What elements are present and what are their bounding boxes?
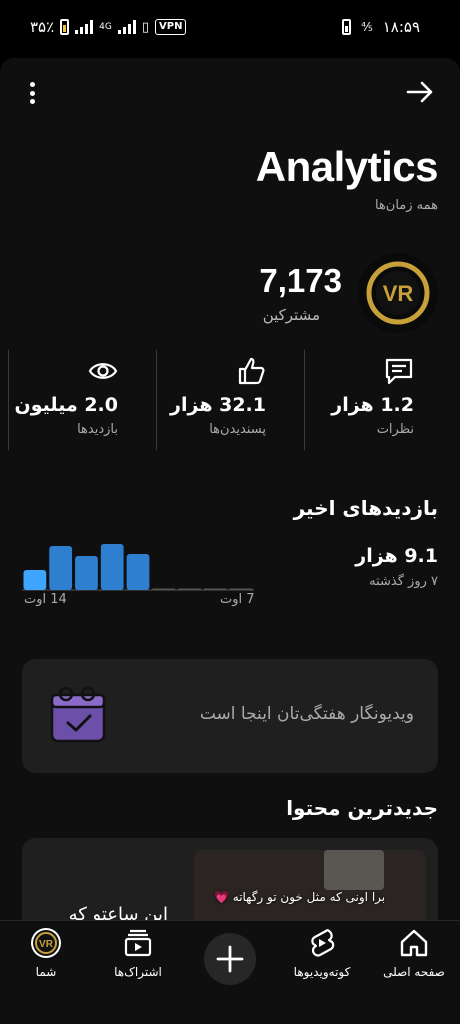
thumbs-up-icon: [238, 357, 265, 385]
stat-value: 32.1 هزار: [170, 394, 266, 416]
stat-likes[interactable]: 32.1 هزار پسندیدن‌ها: [156, 350, 304, 450]
back-arrow-icon[interactable]: [404, 76, 436, 108]
comment-icon: [385, 358, 413, 385]
stat-views[interactable]: 2.0 میلیون بازدیدها: [8, 350, 156, 450]
battery-percent: ۳۵٪: [30, 18, 55, 36]
subscriptions-icon: [124, 929, 152, 957]
channel-avatar-icon: VR: [31, 928, 61, 958]
chart-bar: [100, 544, 124, 590]
shorts-icon: [311, 929, 335, 957]
page-title: Analytics: [255, 143, 439, 190]
video-title: این ساعتو که: [68, 904, 168, 920]
analytics-panel: Analytics همه زمان‌ها VR 7,173 مشترکین 2…: [0, 58, 460, 920]
chart-bar: [49, 546, 73, 590]
thumbnail-caption: برا اونی که مثل خون تو رگهاته 💗: [214, 890, 386, 904]
nav-subscriptions[interactable]: اشتراک‌ها: [92, 921, 184, 1001]
nav-home-label: صفحه اصلی: [383, 965, 445, 979]
chart-bar: [152, 588, 176, 590]
stat-label: بازدیدها: [77, 422, 118, 437]
recent-views-value: 9.1 هزار: [355, 545, 438, 567]
signal-icon-2: [117, 20, 136, 34]
stat-comments[interactable]: 1.2 هزار نظرات: [304, 350, 452, 450]
signal-icon: [75, 20, 94, 34]
latest-content-card[interactable]: برا اونی که مثل خون تو رگهاته 💗 این ساعت…: [22, 838, 438, 920]
create-button[interactable]: [204, 933, 256, 985]
chart-bar: [75, 556, 98, 590]
latest-content-title: جدیدترین محتوا: [286, 796, 438, 820]
status-bar: ۳۵٪ 4G ▯ VPN ⅘ ۱۸:۵۹: [0, 0, 460, 58]
nav-subscriptions-label: اشتراک‌ها: [114, 965, 162, 979]
nav-you-label: شما: [35, 965, 57, 979]
chart-end-label: 7 اوت: [220, 592, 255, 607]
battery-icon: [342, 19, 352, 35]
recent-views-period: ۷ روز گذشته: [369, 574, 438, 589]
chart-bar: [203, 588, 227, 590]
eye-icon: [88, 363, 118, 379]
network-type: 4G: [99, 22, 112, 32]
status-right: ⅘ ۱۸:۵۹: [342, 18, 420, 36]
nav-shorts[interactable]: کوته‌ویدیوها: [276, 921, 368, 1001]
vibrate-icon: ▯: [141, 19, 150, 35]
home-icon: [400, 929, 428, 957]
stats-row: 2.0 میلیون بازدیدها 32.1 هزار پسندیدن‌ها…: [8, 350, 452, 450]
thumbnail-highlight: [324, 850, 384, 890]
weekly-recap-card[interactable]: ویدیونگار هفتگی‌تان اینجا است: [22, 659, 438, 773]
more-options-icon[interactable]: [22, 80, 42, 106]
nav-shorts-label: کوته‌ویدیوها: [293, 965, 351, 979]
status-left: ۳۵٪ 4G ▯ VPN: [30, 18, 187, 36]
chart-bar: [23, 570, 47, 590]
stat-value: 2.0 میلیون: [14, 394, 118, 416]
svg-text:VR: VR: [39, 939, 54, 950]
chart-start-label: 14 اوت: [24, 592, 67, 607]
nav-you[interactable]: VR شما: [0, 921, 92, 1001]
chart-bar: [178, 588, 201, 590]
period-selector[interactable]: همه زمان‌ها: [375, 198, 438, 213]
clock: ۱۸:۵۹: [382, 18, 420, 36]
stat-label: نظرات: [376, 422, 414, 437]
video-thumbnail[interactable]: برا اونی که مثل خون تو رگهاته 💗: [194, 850, 426, 920]
svg-text:VR: VR: [383, 281, 414, 306]
nav-home[interactable]: صفحه اصلی: [368, 921, 460, 1001]
chart-bar: [229, 588, 253, 590]
vr-logo-icon: VR: [366, 261, 430, 325]
vpn-badge: VPN: [155, 19, 187, 35]
stat-label: پسندیدن‌ها: [209, 422, 266, 437]
alarm-icon: ⅘: [361, 20, 373, 34]
battery-saver-icon: [60, 19, 70, 35]
create-plus-icon: [216, 945, 244, 973]
stat-value: 1.2 هزار: [331, 394, 414, 416]
bottom-navigation: صفحه اصلی کوته‌ویدیوها اشتراک‌ها VR شما: [0, 920, 460, 1024]
subscriber-count: 7,173: [259, 262, 342, 299]
chart-bar: [126, 554, 150, 590]
subscriber-label: مشترکین: [262, 306, 320, 324]
channel-avatar[interactable]: VR: [358, 253, 438, 333]
recent-views-title: بازدیدهای اخیر: [293, 496, 438, 520]
calendar-check-icon: [50, 686, 106, 743]
weekly-recap-text: ویدیونگار هفتگی‌تان اینجا است: [199, 704, 414, 724]
